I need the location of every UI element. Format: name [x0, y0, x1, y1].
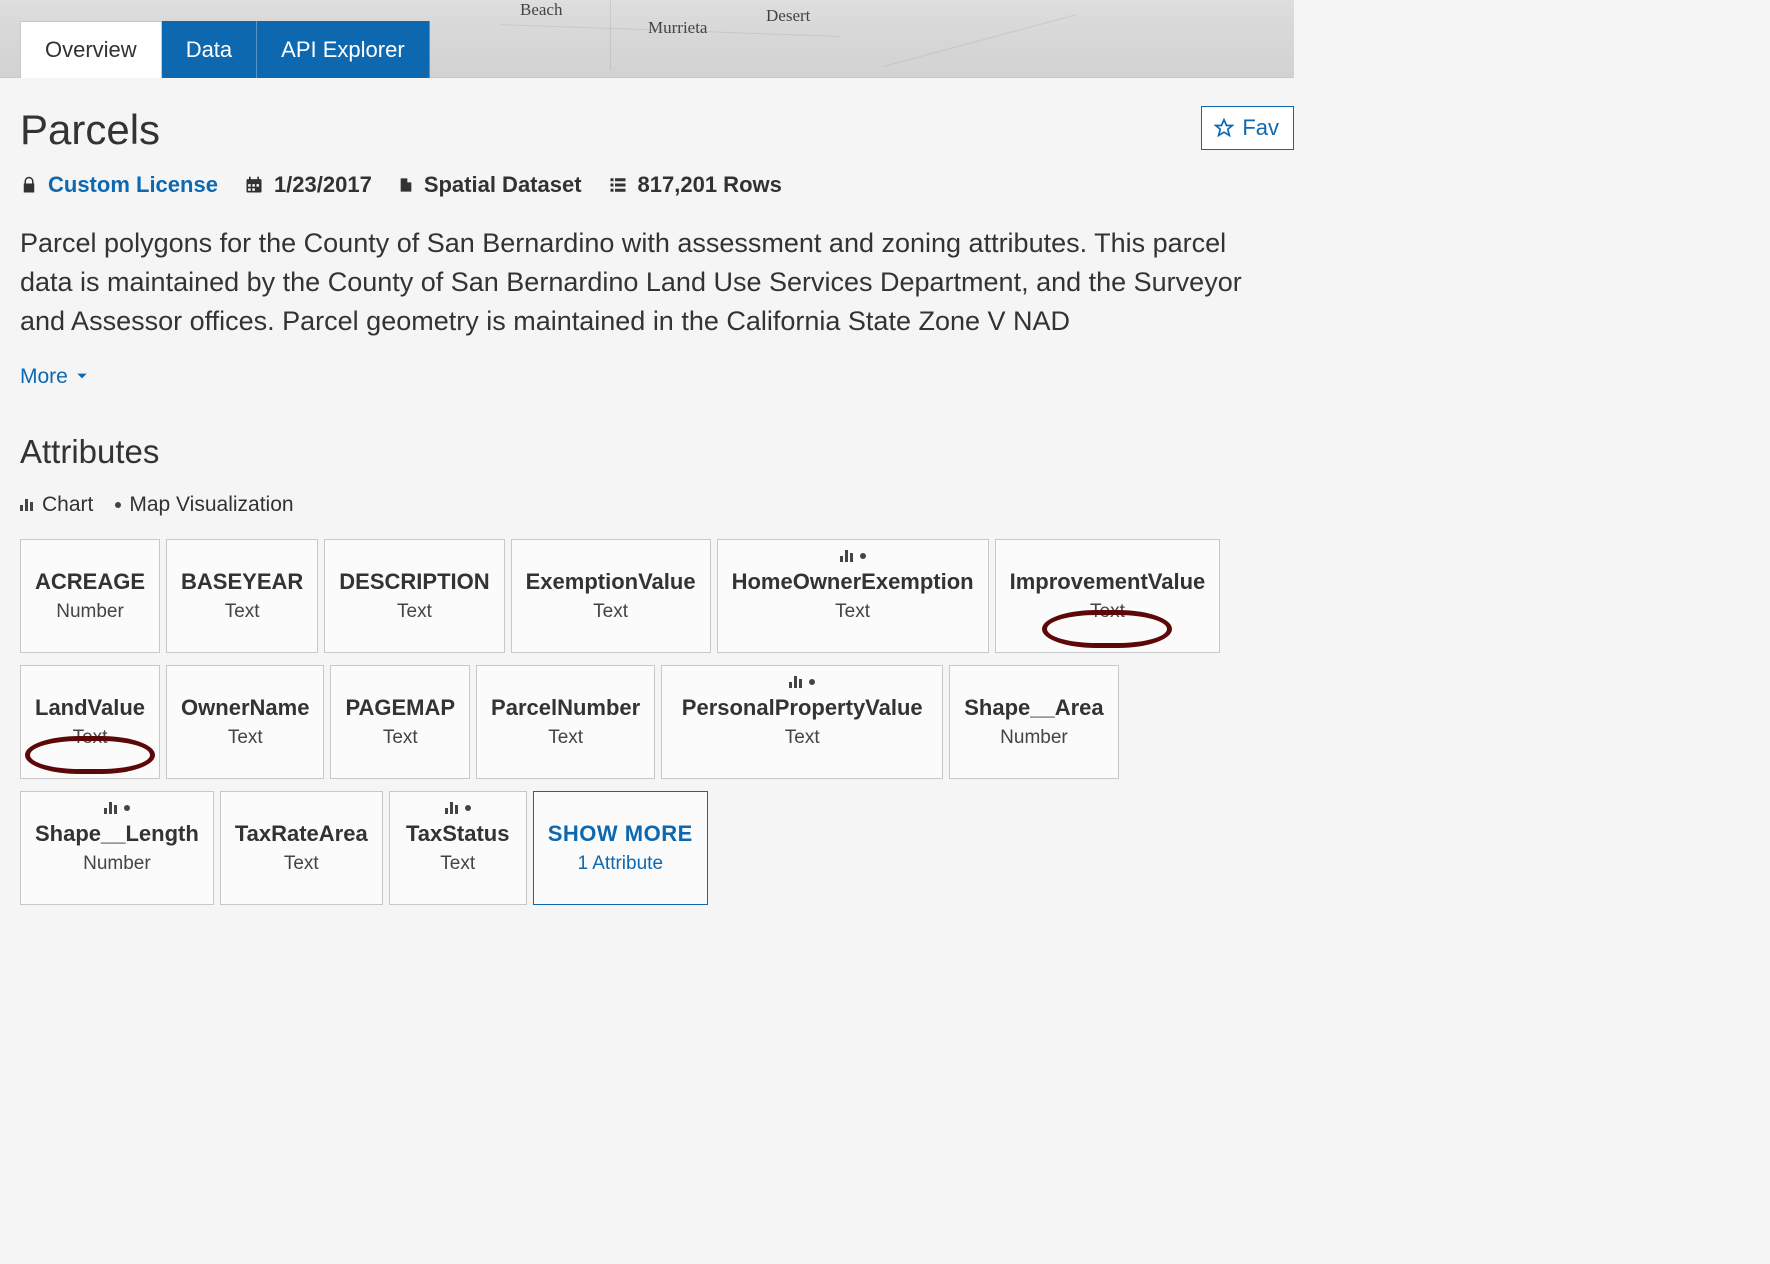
attribute-name: TaxRateArea	[235, 821, 368, 847]
attribute-name: ExemptionValue	[526, 569, 696, 595]
attribute-name: BASEYEAR	[181, 569, 303, 595]
map-label-beach: Beach	[520, 0, 562, 20]
dot-icon	[115, 502, 121, 508]
attributes-heading: Attributes	[20, 433, 1274, 471]
chart-icon	[104, 802, 118, 814]
legend-row: Chart Map Visualization	[20, 493, 1274, 517]
attribute-name: Shape__Length	[35, 821, 199, 847]
attribute-name: TaxStatus	[406, 821, 510, 847]
list-icon	[608, 176, 628, 194]
favorite-button[interactable]: Fav	[1201, 106, 1294, 150]
attribute-card[interactable]: HomeOwnerExemption Text	[717, 539, 989, 653]
attribute-type: Text	[228, 727, 263, 749]
attribute-card[interactable]: OwnerName Text	[166, 665, 324, 779]
attribute-type: Number	[1000, 727, 1068, 749]
attribute-name: ACREAGE	[35, 569, 145, 595]
legend-chart: Chart	[20, 493, 93, 517]
dot-icon	[465, 805, 471, 811]
attribute-card[interactable]: ExemptionValue Text	[511, 539, 711, 653]
attribute-name: HomeOwnerExemption	[732, 569, 974, 595]
favorite-label: Fav	[1242, 115, 1279, 141]
attribute-card[interactable]: ACREAGE Number	[20, 539, 160, 653]
attribute-name: ImprovementValue	[1010, 569, 1206, 595]
attribute-type: Text	[73, 727, 108, 749]
tab-data[interactable]: Data	[162, 21, 257, 78]
attribute-type: Text	[383, 727, 418, 749]
attributes-grid: ACREAGE Number BASEYEAR Text DESCRIPTION…	[20, 539, 1274, 905]
file-icon	[398, 175, 414, 195]
attribute-type: Text	[284, 853, 319, 875]
attribute-name: ParcelNumber	[491, 695, 640, 721]
attribute-type: Text	[440, 853, 475, 875]
tab-api-explorer[interactable]: API Explorer	[257, 21, 430, 78]
attribute-card[interactable]: TaxStatus Text	[389, 791, 527, 905]
content-area: Parcels Fav Custom License 1/23/2017 Spa…	[0, 78, 1294, 905]
calendar-icon	[244, 175, 264, 195]
more-link[interactable]: More	[20, 365, 90, 389]
attribute-name: Shape__Area	[964, 695, 1103, 721]
dot-icon	[124, 805, 130, 811]
map-preview: Beach Murrieta Desert Overview Data API …	[0, 0, 1294, 78]
attribute-type: Text	[548, 727, 583, 749]
meta-row: Custom License 1/23/2017 Spatial Dataset…	[20, 172, 1274, 198]
type-value: Spatial Dataset	[424, 172, 582, 198]
attribute-type: Number	[56, 601, 124, 623]
dot-icon	[809, 679, 815, 685]
attribute-card[interactable]: TaxRateArea Text	[220, 791, 383, 905]
attribute-type: Text	[1090, 601, 1125, 623]
description: Parcel polygons for the County of San Be…	[20, 224, 1274, 347]
attribute-type: Text	[785, 727, 820, 749]
attribute-name: LandValue	[35, 695, 145, 721]
attribute-type: Text	[397, 601, 432, 623]
attribute-type: Number	[83, 853, 151, 875]
chevron-down-icon	[74, 365, 90, 389]
tabs: Overview Data API Explorer	[20, 21, 430, 78]
attribute-card[interactable]: Shape__Length Number	[20, 791, 214, 905]
attribute-name: PAGEMAP	[345, 695, 455, 721]
star-icon	[1214, 118, 1234, 138]
date-value: 1/23/2017	[274, 172, 372, 198]
chart-icon	[445, 802, 459, 814]
legend-map: Map Visualization	[115, 493, 293, 517]
attribute-card[interactable]: PersonalPropertyValue Text	[661, 665, 943, 779]
attribute-card[interactable]: ParcelNumber Text	[476, 665, 655, 779]
chart-icon	[789, 676, 803, 688]
attribute-name: PersonalPropertyValue	[682, 695, 923, 721]
attribute-card[interactable]: LandValue Text	[20, 665, 160, 779]
attribute-type: Text	[835, 601, 870, 623]
attribute-name: DESCRIPTION	[339, 569, 489, 595]
show-more-button[interactable]: SHOW MORE 1 Attribute	[533, 791, 708, 905]
lock-icon	[20, 175, 38, 195]
license-link[interactable]: Custom License	[48, 172, 218, 198]
attribute-type: Text	[593, 601, 628, 623]
attribute-card[interactable]: ImprovementValue Text	[995, 539, 1221, 653]
attribute-card[interactable]: Shape__Area Number	[949, 665, 1118, 779]
chart-icon	[840, 550, 854, 562]
attribute-name: OwnerName	[181, 695, 309, 721]
tab-overview[interactable]: Overview	[20, 21, 162, 78]
attribute-type: Text	[225, 601, 260, 623]
chart-icon	[20, 499, 34, 511]
attribute-card[interactable]: DESCRIPTION Text	[324, 539, 504, 653]
map-label-murrieta: Murrieta	[648, 18, 707, 38]
attribute-card[interactable]: BASEYEAR Text	[166, 539, 318, 653]
dot-icon	[860, 553, 866, 559]
attribute-card[interactable]: PAGEMAP Text	[330, 665, 470, 779]
rows-value: 817,201 Rows	[638, 172, 782, 198]
map-label-desert: Desert	[766, 6, 810, 26]
page-title: Parcels	[20, 106, 160, 154]
